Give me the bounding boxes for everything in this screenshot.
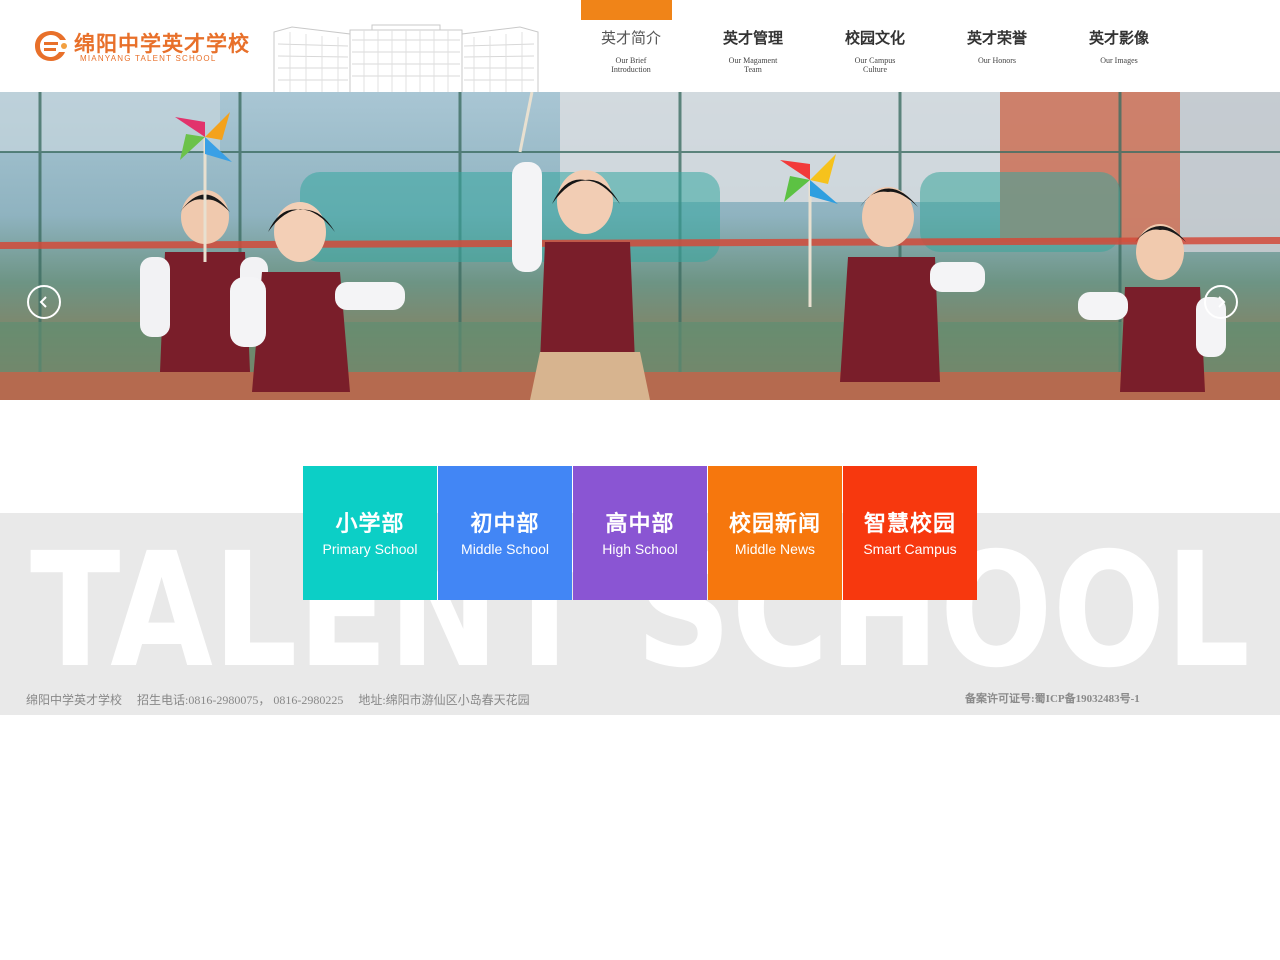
- nav-label-cn: 英才简介: [600, 30, 661, 47]
- hero-banner-slider: [0, 92, 1280, 400]
- tile-label-en: Primary School: [322, 541, 418, 557]
- banner-next-button[interactable]: [1204, 285, 1238, 319]
- tile-middle-school[interactable]: 初中部 Middle School: [438, 466, 572, 600]
- nav-item-images[interactable]: 英才影像 Our Images: [1058, 0, 1180, 92]
- school-building-illustration: [273, 24, 539, 92]
- nav-label-en: Our Magament Team: [728, 56, 778, 74]
- nav-item-management-team[interactable]: 英才管理 Our Magament Team: [692, 0, 814, 92]
- tile-high-school[interactable]: 高中部 High School: [573, 466, 707, 600]
- nav-label-cn: 英才影像: [1088, 30, 1149, 47]
- tile-label-cn: 高中部: [605, 512, 675, 537]
- nav-label-en: Our Campus Culture: [854, 56, 896, 74]
- tile-smart-campus[interactable]: 智慧校园 Smart Campus: [843, 466, 977, 600]
- tile-primary-school[interactable]: 小学部 Primary School: [303, 466, 437, 600]
- tile-campus-news[interactable]: 校园新闻 Middle News: [708, 466, 842, 600]
- nav-label-cn: 校园文化: [844, 30, 905, 47]
- banner-photo-children-running: [0, 92, 1280, 400]
- nav-item-brief-introduction[interactable]: 英才简介 Our Brief Introduction: [570, 0, 692, 92]
- nav-item-honors[interactable]: 英才荣誉 Our Honors: [936, 0, 1058, 92]
- banner-prev-button[interactable]: [27, 285, 61, 319]
- nav-item-campus-culture[interactable]: 校园文化 Our Campus Culture: [814, 0, 936, 92]
- logo-english-name: MIANYANG TALENT SCHOOL: [80, 54, 217, 63]
- footer-school-name: 绵阳中学英才学校: [26, 693, 123, 707]
- tile-label-en: Middle News: [734, 541, 816, 557]
- main-navigation: 英才简介 Our Brief Introduction 英才管理 Our Maga…: [570, 0, 1180, 92]
- footer-phone: 招生电话:0816-2980075， 0816-2980225: [137, 693, 344, 707]
- school-logo[interactable]: 绵阳中学英才学校 MIANYANG TALENT SCHOOL: [30, 26, 249, 70]
- footer-address: 地址:绵阳市游仙区小岛春天花园: [358, 693, 530, 707]
- nav-label-cn: 英才管理: [722, 30, 783, 47]
- tile-label-cn: 校园新闻: [728, 512, 821, 537]
- school-emblem-icon: [35, 31, 67, 61]
- site-header: 绵阳中学英才学校 MIANYANG TALENT SCHOOL 英才简介 Our…: [0, 0, 1280, 92]
- nav-label-en: Our Honors: [978, 56, 1016, 65]
- chevron-right-icon: [1218, 296, 1226, 308]
- tile-label-en: Middle School: [461, 541, 549, 557]
- nav-label-en: Our Brief Introduction: [611, 56, 651, 74]
- tile-label-en: High School: [602, 541, 678, 557]
- nav-active-indicator: [581, 0, 672, 20]
- department-tiles: 小学部 Primary School 初中部 Middle School 高中部…: [303, 466, 978, 600]
- tile-label-en: Smart Campus: [863, 541, 957, 557]
- chevron-left-icon: [39, 296, 47, 308]
- nav-label-cn: 英才荣誉: [966, 30, 1027, 47]
- footer-icp-license[interactable]: 备案许可证号:蜀ICP备19032483号-1: [965, 690, 1140, 706]
- footer-contact-info: 绵阳中学英才学校 招生电话:0816-2980075， 0816-2980225…: [26, 691, 542, 708]
- nav-label-en: Our Images: [1100, 56, 1138, 65]
- tile-label-cn: 小学部: [335, 512, 405, 537]
- tile-label-cn: 智慧校园: [863, 512, 956, 537]
- tile-label-cn: 初中部: [470, 512, 540, 537]
